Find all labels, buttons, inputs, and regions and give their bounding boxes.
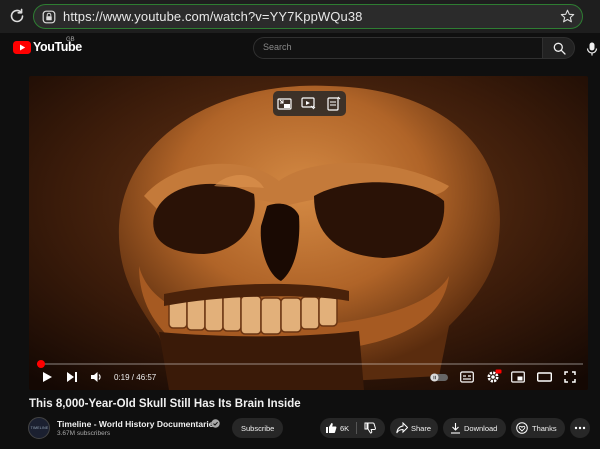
play-icon[interactable] bbox=[41, 371, 53, 383]
subscribe-button[interactable]: Subscribe bbox=[232, 418, 283, 438]
url-text[interactable]: https://www.youtube.com/watch?v=YY7KppWQ… bbox=[63, 9, 362, 24]
subscribe-label: Subscribe bbox=[241, 424, 275, 433]
like-count[interactable]: 6K bbox=[340, 424, 349, 433]
share-label: Share bbox=[411, 424, 432, 433]
like-divider bbox=[356, 422, 357, 434]
youtube-logo-icon[interactable] bbox=[13, 41, 31, 54]
browser-toolbar: https://www.youtube.com/watch?v=YY7KppWQ… bbox=[0, 0, 600, 33]
thanks-label: Thanks bbox=[532, 424, 557, 433]
more-icon bbox=[574, 426, 586, 430]
like-icon[interactable] bbox=[325, 422, 337, 434]
mic-icon[interactable] bbox=[586, 42, 598, 56]
theater-icon[interactable] bbox=[537, 371, 552, 383]
thanks-button[interactable]: Thanks bbox=[511, 418, 565, 438]
address-bar[interactable]: https://www.youtube.com/watch?v=YY7KppWQ… bbox=[33, 4, 583, 29]
overlay-controls bbox=[273, 91, 346, 116]
download-button[interactable]: Download bbox=[443, 418, 506, 438]
autoplay-toggle[interactable] bbox=[430, 373, 448, 382]
captions-icon[interactable] bbox=[460, 371, 474, 383]
avatar-text: TIMELINE bbox=[30, 426, 49, 430]
progress-scrubber[interactable] bbox=[36, 360, 45, 368]
progress-bar[interactable] bbox=[36, 360, 583, 368]
verified-icon bbox=[211, 419, 220, 428]
like-dislike-group: 6K bbox=[320, 418, 385, 438]
reload-icon[interactable] bbox=[8, 7, 26, 25]
settings-icon[interactable] bbox=[486, 369, 502, 384]
video-player[interactable] bbox=[29, 76, 588, 390]
fullscreen-icon[interactable] bbox=[564, 371, 576, 383]
notes-icon[interactable] bbox=[326, 96, 341, 111]
share-button[interactable]: Share bbox=[390, 418, 438, 438]
share-icon bbox=[396, 422, 408, 434]
region-code: GB bbox=[66, 37, 75, 43]
miniplayer-small-icon[interactable] bbox=[511, 371, 525, 383]
subscriber-count: 3.67M subscribers bbox=[57, 430, 111, 437]
dislike-icon[interactable] bbox=[364, 422, 376, 434]
lock-icon[interactable] bbox=[42, 10, 56, 24]
volume-icon[interactable] bbox=[90, 371, 103, 383]
search-icon bbox=[553, 42, 566, 55]
miniplayer-icon[interactable] bbox=[277, 96, 292, 111]
video-frame bbox=[29, 76, 588, 390]
cast-icon[interactable] bbox=[301, 96, 316, 111]
star-icon[interactable] bbox=[560, 9, 575, 24]
search-input[interactable]: Search bbox=[253, 37, 542, 59]
search-placeholder: Search bbox=[263, 42, 292, 52]
next-icon[interactable] bbox=[66, 371, 78, 383]
video-title: This 8,000-Year-Old Skull Still Has Its … bbox=[29, 398, 301, 410]
more-actions-button[interactable] bbox=[570, 418, 590, 438]
download-label: Download bbox=[464, 424, 498, 433]
download-icon bbox=[451, 423, 460, 434]
channel-avatar[interactable]: TIMELINE bbox=[28, 417, 50, 439]
search-button[interactable] bbox=[542, 37, 575, 59]
time-display: 0:19 / 46:57 bbox=[114, 373, 157, 382]
youtube-header: YouTube GB Search bbox=[0, 33, 600, 65]
channel-name[interactable]: Timeline - World History Documentaries bbox=[57, 419, 218, 429]
thanks-icon bbox=[516, 422, 528, 434]
